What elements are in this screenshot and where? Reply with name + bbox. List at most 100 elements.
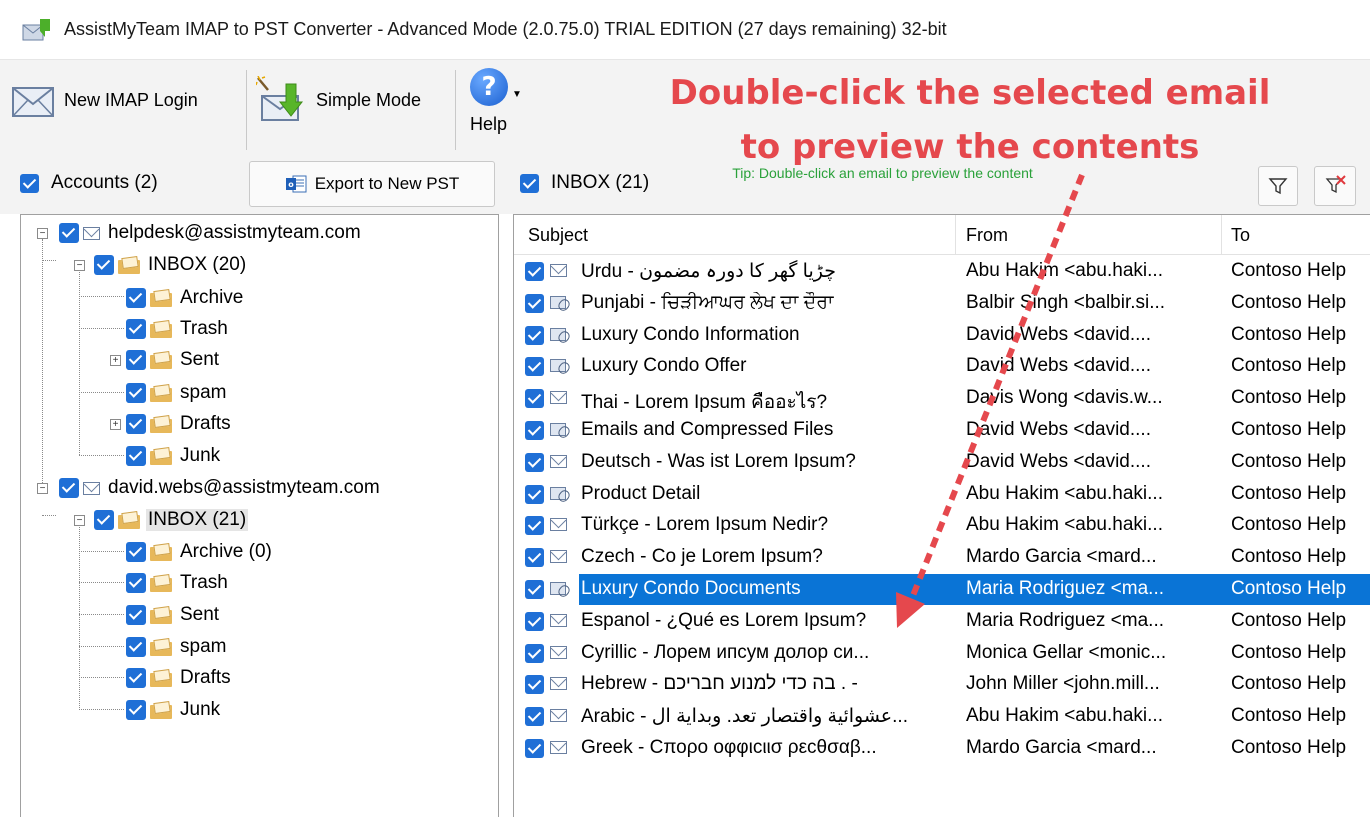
table-row[interactable]: Luxury Condo Documents Maria Rodriguez <m… xyxy=(514,574,1370,605)
collapse-toggle[interactable]: − xyxy=(37,483,48,494)
folder-icon xyxy=(150,670,172,687)
account-checkbox[interactable] xyxy=(59,223,79,243)
tree-folder-archive[interactable]: Archive (0) xyxy=(126,537,274,567)
tree-folder-spam[interactable]: spam xyxy=(126,632,228,662)
title-bar: AssistMyTeam IMAP to PST Converter - Adv… xyxy=(0,0,1370,60)
table-row[interactable]: Luxury Condo Offer David Webs <david.... C… xyxy=(514,351,1370,382)
column-divider[interactable] xyxy=(955,215,956,255)
tree-folder-archive[interactable]: Archive xyxy=(126,283,245,313)
folder-icon xyxy=(150,607,172,624)
accounts-header[interactable]: Accounts (2) xyxy=(20,172,158,194)
folder-checkbox[interactable] xyxy=(126,700,146,720)
expand-toggle[interactable]: + xyxy=(110,355,121,366)
row-checkbox[interactable] xyxy=(525,611,544,631)
tree-folder-junk[interactable]: Junk xyxy=(126,695,222,725)
inbox-select-all-checkbox[interactable] xyxy=(520,173,539,193)
table-row[interactable]: Greek - Cπορο οφφιcιισ ρεcθσαβ... Mardo G… xyxy=(514,733,1370,764)
row-checkbox[interactable] xyxy=(525,293,544,313)
row-checkbox[interactable] xyxy=(525,707,544,727)
tree-folder-trash[interactable]: Trash xyxy=(126,568,230,598)
accounts-checkbox[interactable] xyxy=(20,173,39,193)
envelope-icon xyxy=(550,613,567,627)
folder-checkbox[interactable] xyxy=(126,637,146,657)
inbox-header[interactable]: INBOX (21) xyxy=(520,172,649,194)
tree-folder-drafts[interactable]: Drafts xyxy=(126,663,233,693)
folder-checkbox[interactable] xyxy=(94,510,114,530)
row-to: Contoso Help xyxy=(1231,291,1347,313)
app-icon xyxy=(22,18,50,40)
folder-icon xyxy=(150,639,172,656)
column-from[interactable]: From xyxy=(966,225,1008,246)
new-imap-login-label: New IMAP Login xyxy=(64,89,198,110)
column-divider[interactable] xyxy=(1221,215,1222,255)
tree-account-david[interactable]: david.webs@assistmyteam.com xyxy=(59,473,382,503)
row-from: Abu Hakim <abu.haki... xyxy=(966,705,1163,727)
table-row[interactable]: Luxury Condo Information David Webs <davi… xyxy=(514,320,1370,351)
table-row[interactable]: Türkçe - Lorem Ipsum Nedir? Abu Hakim <ab… xyxy=(514,510,1370,541)
column-subject[interactable]: Subject xyxy=(528,225,588,246)
tree-folder-trash[interactable]: Trash xyxy=(126,314,230,344)
row-checkbox[interactable] xyxy=(525,325,544,345)
folder-checkbox[interactable] xyxy=(94,255,114,275)
row-subject: Espanol - ¿Qué es Lorem Ipsum? xyxy=(581,609,867,631)
table-row[interactable]: Emails and Compressed Files David Webs <d… xyxy=(514,415,1370,446)
collapse-toggle[interactable]: − xyxy=(37,228,48,239)
row-checkbox[interactable] xyxy=(525,739,544,758)
row-checkbox[interactable] xyxy=(525,389,544,409)
export-to-new-pst-button[interactable]: o Export to New PST xyxy=(249,161,495,207)
folder-checkbox[interactable] xyxy=(126,350,146,370)
folder-label: Archive (0) xyxy=(180,541,272,562)
folder-checkbox[interactable] xyxy=(126,605,146,625)
table-row[interactable]: Arabic - عشوائية واقتصار تعد. وبداية ال.… xyxy=(514,701,1370,732)
tree-folder-spam[interactable]: spam xyxy=(126,378,228,408)
row-checkbox[interactable] xyxy=(525,516,544,536)
row-checkbox[interactable] xyxy=(525,452,544,472)
folder-checkbox[interactable] xyxy=(126,668,146,688)
row-checkbox[interactable] xyxy=(525,675,544,695)
envelope-icon xyxy=(550,550,567,564)
help-button[interactable]: ? ▼ Help xyxy=(470,68,522,134)
tree-folder-sent[interactable]: Sent xyxy=(126,345,221,375)
folder-checkbox[interactable] xyxy=(126,319,146,339)
table-row[interactable]: Urdu - چڑیا گھر کا دورہ مضمون Abu Hakim <… xyxy=(514,256,1370,287)
folder-checkbox[interactable] xyxy=(126,573,146,593)
new-imap-login-button[interactable]: New IMAP Login xyxy=(10,70,198,130)
table-row[interactable]: Punjabi - ਚਿੜੀਆਘਰ ਲੇਖ ਦਾ ਦੌਰਾ Balbir Sing… xyxy=(514,288,1370,319)
row-subject: Emails and Compressed Files xyxy=(581,419,834,440)
row-checkbox[interactable] xyxy=(525,484,544,504)
table-row[interactable]: Cyrillic - Лорем ипсум долор си... Monica… xyxy=(514,638,1370,669)
row-subject: Urdu - چڑیا گھر کا دورہ مضمون xyxy=(581,261,836,282)
collapse-toggle[interactable]: − xyxy=(74,515,85,526)
row-checkbox[interactable] xyxy=(525,643,544,663)
table-row[interactable]: Product Detail Abu Hakim <abu.haki... Cont… xyxy=(514,479,1370,510)
tree-folder-junk[interactable]: Junk xyxy=(126,441,222,471)
tree-account-helpdesk[interactable]: helpdesk@assistmyteam.com xyxy=(59,218,363,248)
table-row[interactable]: Deutsch - Was ist Lorem Ipsum? David Webs… xyxy=(514,447,1370,478)
row-checkbox[interactable] xyxy=(525,421,544,440)
simple-mode-button[interactable]: Simple Mode xyxy=(256,70,421,130)
folder-checkbox[interactable] xyxy=(126,383,146,403)
column-to[interactable]: To xyxy=(1231,225,1250,246)
folder-checkbox[interactable] xyxy=(126,446,146,466)
tree-folder-inbox[interactable]: INBOX (20) xyxy=(94,250,248,280)
row-checkbox[interactable] xyxy=(525,262,544,281)
tree-folder-inbox-selected[interactable]: INBOX (21) xyxy=(94,505,249,535)
filter-button[interactable] xyxy=(1258,166,1298,206)
table-row[interactable]: Hebrew - בה כדי למנוע חבריכם . - John Mil… xyxy=(514,669,1370,700)
row-checkbox[interactable] xyxy=(525,548,544,568)
expand-toggle[interactable]: + xyxy=(110,419,121,430)
ribbon-divider xyxy=(246,70,247,150)
folder-checkbox[interactable] xyxy=(126,542,146,562)
folder-checkbox[interactable] xyxy=(126,288,146,308)
table-row[interactable]: Thai - Lorem Ipsum คืออะไร? Davis Wong <d… xyxy=(514,383,1370,414)
folder-checkbox[interactable] xyxy=(126,414,146,434)
clear-filter-button[interactable] xyxy=(1314,166,1356,206)
table-row[interactable]: Espanol - ¿Qué es Lorem Ipsum? Maria Rodr… xyxy=(514,606,1370,637)
tree-folder-drafts[interactable]: Drafts xyxy=(126,409,233,439)
tree-folder-sent[interactable]: Sent xyxy=(126,600,221,630)
row-checkbox[interactable] xyxy=(525,580,544,599)
account-checkbox[interactable] xyxy=(59,478,79,498)
table-row[interactable]: Czech - Co je Lorem Ipsum? Mardo Garcia <… xyxy=(514,542,1370,573)
row-checkbox[interactable] xyxy=(525,357,544,377)
collapse-toggle[interactable]: − xyxy=(74,260,85,271)
